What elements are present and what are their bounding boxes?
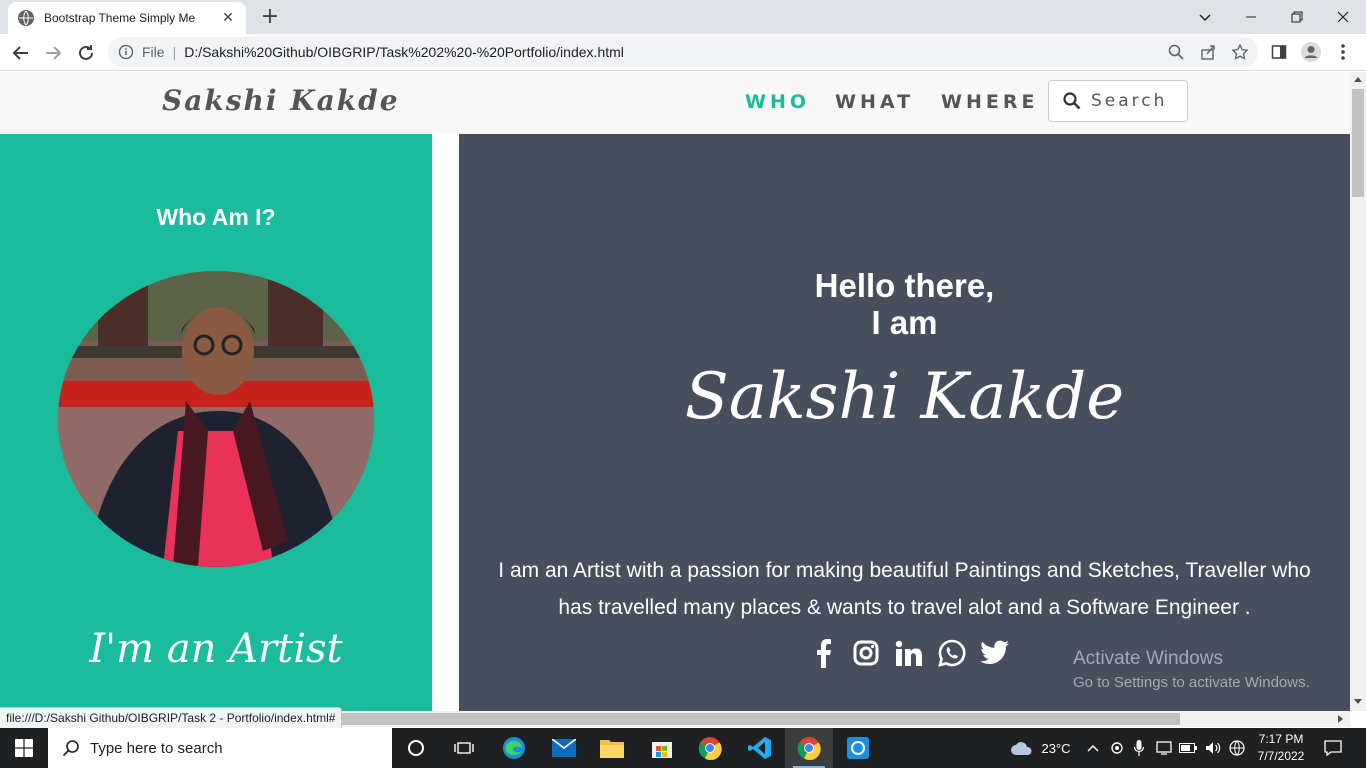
show-hidden-icons-chevron-icon[interactable] (1084, 728, 1102, 768)
new-tab-button[interactable]: + (258, 6, 282, 30)
search-button[interactable]: Search (1048, 80, 1188, 122)
restore-button[interactable] (1274, 0, 1320, 34)
file-label: File (142, 44, 165, 60)
globe-icon (18, 10, 34, 26)
network-icon[interactable] (1154, 728, 1174, 768)
browser-toolbar: File | D:/Sakshi%20Github/OIBGRIP/Task%2… (0, 34, 1366, 71)
twitter-icon[interactable] (980, 638, 1010, 668)
vscode-icon[interactable] (736, 728, 784, 768)
minimize-button[interactable] (1228, 0, 1274, 34)
who-am-i-panel: Who Am I? I'm an Artist (0, 134, 432, 711)
whatsapp-icon[interactable] (937, 638, 967, 668)
address-bar[interactable]: File | D:/Sakshi%20Github/OIBGRIP/Task%2… (108, 37, 1258, 67)
greeting-line-2: I am (871, 304, 938, 341)
site-navbar: Sakshi Kakde WHO WHAT WHERE Search (0, 72, 1350, 134)
windows-taskbar: Type here to search 23°C 7:17 PM 7/7/202… (0, 728, 1366, 768)
edge-browser-icon[interactable] (490, 728, 538, 768)
nav-link-who[interactable]: WHO (745, 91, 810, 113)
back-button[interactable] (8, 40, 34, 66)
language-globe-icon[interactable] (1226, 728, 1248, 768)
artist-tagline: I'm an Artist (89, 626, 343, 672)
horizontal-scroll-thumb[interactable] (342, 713, 1180, 725)
status-bar-url: file:///D:/Sakshi Github/OIBGRIP/Task 2 … (0, 707, 343, 729)
file-explorer-icon[interactable] (588, 728, 636, 768)
brand-logo-link[interactable]: Sakshi Kakde (162, 84, 400, 117)
windows-logo-icon (15, 739, 33, 757)
nav-link-what[interactable]: WHAT (835, 91, 914, 113)
microsoft-store-icon[interactable] (638, 728, 686, 768)
page-viewport: Sakshi Kakde WHO WHAT WHERE Search Who A… (0, 72, 1350, 711)
tab-close-icon[interactable]: ✕ (220, 10, 236, 26)
facebook-icon[interactable] (808, 638, 838, 668)
search-label: Search (1091, 91, 1168, 111)
clock-time: 7:17 PM (1258, 732, 1304, 746)
hero-name: Sakshi Kakde (684, 360, 1125, 434)
search-icon (1063, 92, 1081, 110)
clock-date: 7/7/2022 (1257, 749, 1305, 763)
activate-windows-title: Activate Windows (1073, 648, 1223, 669)
reload-icon (79, 45, 93, 60)
tab-title: Bootstrap Theme Simply Me (44, 11, 196, 25)
instagram-icon[interactable] (851, 638, 881, 668)
forward-button[interactable] (40, 40, 66, 66)
scroll-right-icon[interactable] (1338, 715, 1344, 723)
taskbar-search-box[interactable]: Type here to search (48, 728, 392, 768)
bookmark-star-icon[interactable] (1230, 42, 1250, 62)
task-view-icon[interactable] (440, 728, 488, 768)
side-panel-icon[interactable] (1268, 41, 1290, 63)
windows-activation-watermark: Activate Windows Go to Settings to activ… (1073, 648, 1310, 691)
profile-avatar-icon[interactable] (1300, 41, 1322, 63)
vertical-scroll-thumb[interactable] (1352, 89, 1364, 197)
battery-icon[interactable] (1178, 728, 1198, 768)
back-arrow-icon (12, 46, 28, 60)
greeting-line-1: Hello there, (814, 267, 995, 304)
taskbar-search-placeholder: Type here to search (90, 739, 223, 757)
vertical-scrollbar[interactable] (1350, 72, 1366, 711)
browser-tab[interactable]: Bootstrap Theme Simply Me ✕ (8, 2, 246, 34)
info-icon[interactable] (118, 44, 134, 60)
intro-panel: Hello there, I am Sakshi Kakde I am an A… (459, 134, 1350, 711)
reload-button[interactable] (73, 40, 99, 66)
horizontal-scrollbar[interactable] (340, 711, 1350, 727)
start-button[interactable] (0, 728, 48, 768)
camera-icon[interactable] (1108, 728, 1126, 768)
chrome-icon[interactable] (686, 728, 734, 768)
search-icon (62, 740, 79, 757)
profile-photo (58, 271, 374, 567)
who-am-i-heading: Who Am I? (156, 204, 276, 230)
share-icon[interactable] (1198, 42, 1218, 62)
chrome-active-icon[interactable] (785, 728, 833, 768)
linkedin-icon[interactable] (894, 638, 924, 668)
tab-search-chevron-icon[interactable] (1182, 0, 1228, 34)
nav-link-where[interactable]: WHERE (941, 91, 1038, 113)
scroll-up-icon[interactable] (1354, 76, 1362, 82)
forward-arrow-icon (46, 46, 62, 60)
zoom-icon[interactable] (1166, 42, 1186, 62)
activate-windows-hint: Go to Settings to activate Windows. (1073, 674, 1310, 691)
scroll-down-icon[interactable] (1354, 699, 1362, 705)
social-links (808, 638, 1010, 668)
cortana-icon[interactable] (392, 728, 440, 768)
volume-icon[interactable] (1202, 728, 1224, 768)
weather-cloud-icon[interactable] (1006, 728, 1038, 768)
url-text[interactable]: D:/Sakshi%20Github/OIBGRIP/Task%202%20-%… (184, 44, 624, 60)
close-window-button[interactable] (1320, 0, 1366, 34)
omnibox-separator: | (172, 44, 177, 60)
system-clock[interactable]: 7:17 PM 7/7/2022 (1254, 731, 1308, 765)
bio-paragraph: I am an Artist with a passion for making… (498, 559, 1311, 619)
notifications-icon[interactable] (1318, 728, 1348, 768)
remote-desktop-icon[interactable] (834, 728, 882, 768)
weather-temp[interactable]: 23°C (1038, 728, 1074, 768)
browser-tab-strip: Bootstrap Theme Simply Me ✕ + (0, 0, 1366, 34)
microphone-icon[interactable] (1130, 728, 1148, 768)
mail-icon[interactable] (540, 728, 588, 768)
greeting-heading: Hello there, I am (459, 267, 1350, 341)
menu-kebab-icon[interactable] (1332, 41, 1354, 63)
